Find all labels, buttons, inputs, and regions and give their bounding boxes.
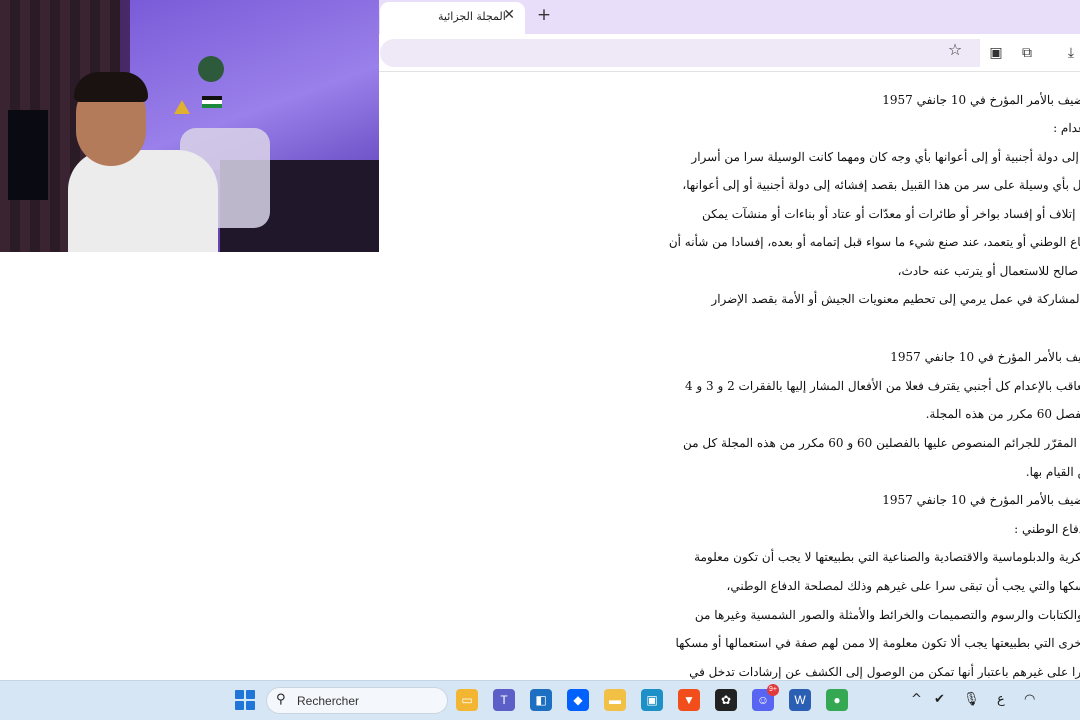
webcam-plant xyxy=(198,56,224,82)
doc-line: ضيف بالأمر المؤرخ في 10 جانفي 1957 xyxy=(890,350,1080,364)
webcam-window xyxy=(8,110,48,200)
doc-line: دفاع الوطني أو يتعمد، عند صنع شيء ما سوا… xyxy=(668,235,1080,249)
start-icon[interactable] xyxy=(235,690,255,710)
doc-line: (أضيف بالأمر المؤرخ في 10 جانفي 1957 xyxy=(882,493,1080,507)
doc-line: ير صالح للاستعمال أو يترتب عنه حادث، xyxy=(897,264,1080,278)
download-icon[interactable]: ⤓ xyxy=(1060,42,1080,64)
language-indicator[interactable]: ع xyxy=(997,691,1005,709)
search-placeholder: Rechercher xyxy=(297,694,360,708)
webcam-person xyxy=(68,150,218,252)
new-tab-button[interactable]: + xyxy=(533,4,555,26)
doc-line: د المشاركة في عمل يرمي إلى تحطيم معنويات… xyxy=(711,292,1080,306)
wifi-icon[interactable]: ◠ xyxy=(1024,691,1035,709)
search-icon: ⚲ xyxy=(276,692,286,707)
address-bar[interactable] xyxy=(380,39,980,67)
doc-line: ب المقرّر للجرائم المنصوص عليها بالفصلين… xyxy=(683,436,1080,450)
doc-line: ي إلى دولة أجنبية أو إلى أعوانها بأي وجه… xyxy=(691,150,1080,164)
tab-close-icon[interactable]: ✕ xyxy=(503,7,515,23)
doc-line: ويعاقب بالإعدام كل أجنبي يقترف فعلا من ا… xyxy=(684,379,1080,393)
doc-line: سرا على غيرهم باعتبار أنها تمكن من الوصو… xyxy=(689,665,1080,679)
doc-line: مسكها والتي يجب أن تبقى سرا على غيرهم وذ… xyxy=(726,579,1080,593)
notification-badge: 9+ xyxy=(767,684,779,696)
taskbar-search[interactable]: ⚲ Rechercher xyxy=(266,687,448,714)
puzzle-icon[interactable]: ⧉ xyxy=(1016,42,1038,64)
doc-line: الدفاع الوطني : xyxy=(1014,522,1080,536)
app-icon[interactable]: ▣ xyxy=(641,689,663,711)
doc-line: الأخرى التي بطبيعتها يجب ألا تكون معلومة… xyxy=(675,636,1080,650)
store-icon[interactable]: ◧ xyxy=(530,689,552,711)
webcam-hair xyxy=(74,72,148,102)
security-icon[interactable]: ✔ xyxy=(934,691,945,709)
doc-line: مد إتلاف أو إفساد بواخر أو طائرات أو معد… xyxy=(701,207,1080,221)
doc-line: سكرية والدبلوماسية والاقتصادية والصناعية… xyxy=(694,550,1080,564)
folder-icon[interactable]: ▬ xyxy=(604,689,626,711)
doc-line: صل بأي وسيلة على سر من هذا القبيل بقصد إ… xyxy=(682,178,1080,192)
star-icon[interactable]: ☆ xyxy=(944,39,966,61)
doc-line: ض القيام بها. xyxy=(1025,465,1080,479)
tab-active[interactable]: المجلة الجزائية ✕ xyxy=(380,2,525,34)
discord-icon[interactable]: ☺ 9+ xyxy=(752,684,779,711)
brave-icon[interactable]: ▼ xyxy=(678,689,700,711)
webcam-flag xyxy=(202,96,222,108)
teams-icon[interactable]: T xyxy=(493,689,515,711)
chevron-up-icon[interactable]: ^ xyxy=(911,691,922,709)
webcam-overlay xyxy=(0,0,379,252)
file-explorer-icon[interactable]: ▭ xyxy=(456,689,478,711)
mic-icon[interactable]: 🎙 xyxy=(963,691,980,709)
tab-title: المجلة الجزائية xyxy=(438,10,506,23)
word-icon[interactable]: W xyxy=(789,689,811,711)
document-content: (أضيف بالأمر المؤرخ في 10 جانفي 1957 لإع… xyxy=(380,72,1080,680)
taskbar: ⚲ Rechercher ^ ✔ 🎙 ع ◠ ▭ T ◧ ◆ ▬ ▣ ▼ ✿ ☺ 9+ W ● xyxy=(0,680,1080,720)
doc-line: د والكتابات والرسوم والتصميمات والخرائط … xyxy=(694,608,1080,622)
webcam-warning-sign xyxy=(174,100,190,114)
chrome-icon[interactable]: ● xyxy=(826,689,848,711)
doc-line: لإعدام : xyxy=(1053,121,1080,135)
doc-line: بالفصل 60 مكرر من هذه المجلة. xyxy=(925,407,1080,421)
chatgpt-icon[interactable]: ✿ xyxy=(715,689,737,711)
dropbox-icon[interactable]: ◆ xyxy=(567,689,589,711)
extension-icon[interactable]: ▣ xyxy=(985,42,1007,64)
doc-line: (أضيف بالأمر المؤرخ في 10 جانفي 1957 xyxy=(882,93,1080,107)
